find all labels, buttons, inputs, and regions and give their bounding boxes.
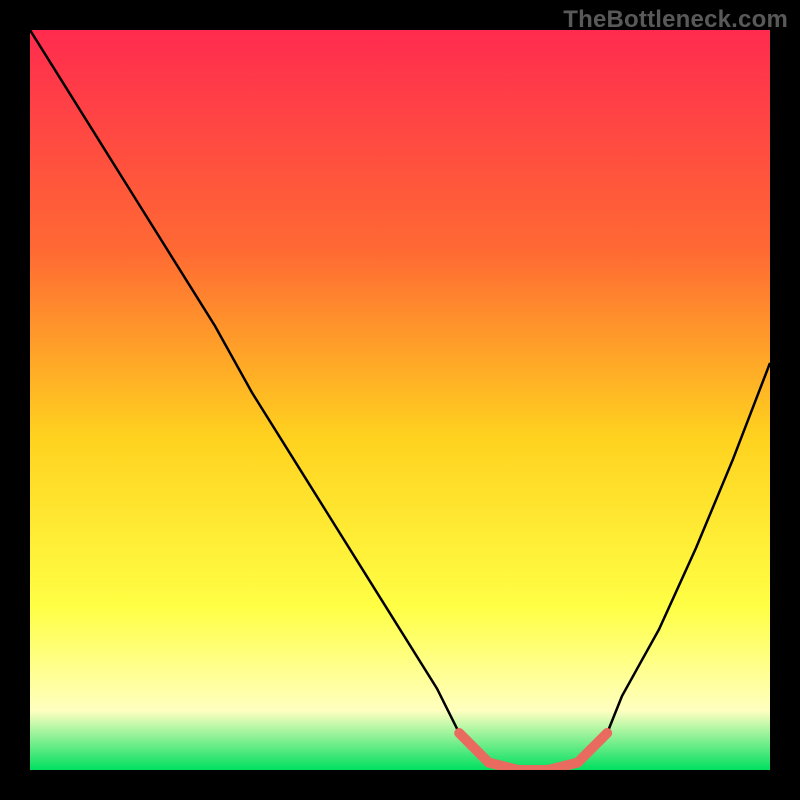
chart-frame: TheBottleneck.com: [0, 0, 800, 800]
plot-area: [30, 30, 770, 770]
bottleneck-chart: [30, 30, 770, 770]
gradient-background: [30, 30, 770, 770]
